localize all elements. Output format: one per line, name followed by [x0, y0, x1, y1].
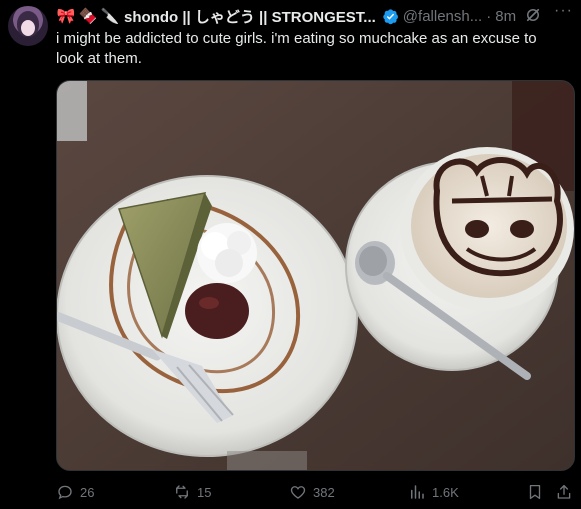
bookmark-icon	[529, 484, 541, 500]
bookmark-button[interactable]	[526, 483, 544, 501]
tweet-header: 🎀 🍫 🔪 shondo || しゃどう || STRONGEST... @fa…	[56, 6, 581, 26]
more-options-icon[interactable]: ···	[554, 2, 573, 20]
share-icon	[557, 484, 571, 499]
reply-icon	[58, 485, 72, 500]
views-icon	[411, 485, 424, 499]
tweet-timestamp[interactable]: 8m	[495, 8, 516, 25]
tweet-text: i might be addicted to cute girls. i'm e…	[56, 30, 537, 67]
views-button[interactable]: 1.6K	[408, 483, 459, 501]
repost-count: 15	[197, 484, 212, 500]
verified-badge-icon	[382, 8, 399, 25]
heart-icon	[290, 486, 306, 499]
author-avatar[interactable]	[8, 6, 48, 46]
like-count: 382	[313, 484, 335, 500]
reply-button[interactable]: 26	[56, 483, 94, 501]
knife-emoji: 🔪	[100, 8, 120, 25]
tweet-photo[interactable]	[56, 80, 575, 471]
author-handle[interactable]: @fallensh...	[403, 8, 482, 25]
share-button[interactable]	[555, 483, 573, 501]
author-display-name[interactable]: shondo || しゃどう || STRONGEST...	[124, 6, 376, 27]
separator-dot: ·	[486, 7, 492, 25]
ribbon-emoji: 🎀	[56, 8, 76, 25]
repost-icon	[176, 485, 188, 499]
reply-count: 26	[80, 484, 95, 500]
tweet-actions: 26 15 382 1.6K	[56, 481, 573, 503]
chocolate-emoji: 🍫	[78, 8, 98, 25]
grok-icon[interactable]	[524, 6, 544, 26]
like-button[interactable]: 382	[289, 483, 335, 501]
view-count: 1.6K	[432, 484, 459, 500]
repost-button[interactable]: 15	[173, 483, 211, 501]
